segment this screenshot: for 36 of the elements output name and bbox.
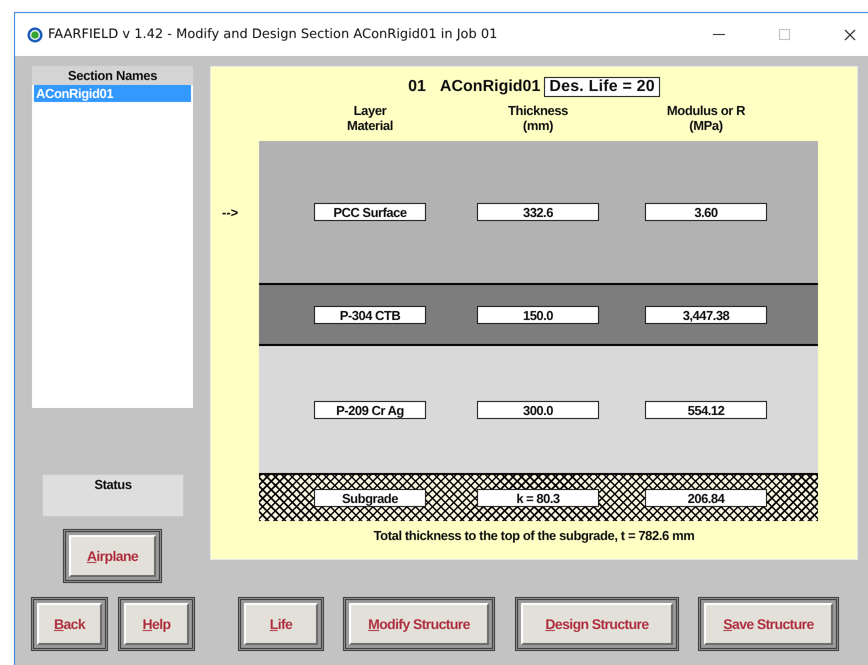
modulus-field[interactable]: 206.84 <box>645 489 767 507</box>
thickness-field[interactable]: 332.6 <box>477 203 599 221</box>
window-title: FAARFIELD v 1.42 - Modify and Design Section AConRigid01 in Job 01 <box>48 27 498 42</box>
layer-band[interactable]: P-304 CTB 150.0 3,447.38 <box>259 283 818 346</box>
layer-band[interactable]: PCC Surface 332.6 3.60 <box>259 141 818 283</box>
design-life-box: Des. Life = 20 <box>544 77 660 97</box>
column-header: Thickness (mm) <box>507 103 569 135</box>
section-name: AConRigid01 <box>440 78 540 96</box>
thickness-field[interactable]: 300.0 <box>477 400 599 418</box>
modulus-field[interactable]: 554.12 <box>645 400 767 418</box>
airplane-button[interactable]: Airplane <box>69 535 156 577</box>
modulus-field[interactable]: 3,447.38 <box>645 306 767 324</box>
layer-material-field[interactable]: Subgrade <box>314 489 426 507</box>
column-header: Layer Material <box>346 103 394 135</box>
layer-band[interactable]: Subgrade k = 80.3 206.84 <box>259 473 818 521</box>
total-thickness-text: Total thickness to the top of the subgrade, t = 782.6 mm <box>372 528 696 543</box>
layer-material-field[interactable]: P-209 Cr Ag <box>314 400 426 418</box>
status-label: Status <box>94 476 132 494</box>
section-number: 01 <box>408 78 426 96</box>
list-header: Section Names <box>66 67 158 85</box>
layer-material-field[interactable]: P-304 CTB <box>314 306 426 324</box>
action-button[interactable]: Life <box>244 603 318 645</box>
modulus-field[interactable]: 3.60 <box>645 203 767 221</box>
layer-material-field[interactable]: PCC Surface <box>314 203 426 221</box>
action-button[interactable]: Help <box>124 603 189 645</box>
action-button[interactable]: Modify Structure <box>349 603 489 645</box>
action-button[interactable]: Back <box>37 603 102 645</box>
thickness-field[interactable]: k = 80.3 <box>477 489 599 507</box>
action-button[interactable]: Design Structure <box>521 603 673 645</box>
action-button[interactable]: Save Structure <box>704 603 833 645</box>
thickness-field[interactable]: 150.0 <box>477 306 599 324</box>
minimize-icon[interactable] <box>713 34 725 36</box>
current-layer-pointer: --> <box>222 204 238 220</box>
layer-band[interactable]: P-209 Cr Ag 300.0 554.12 <box>259 346 818 473</box>
column-header: Modulus or R (MPa) <box>666 103 746 135</box>
close-icon[interactable] <box>844 28 856 40</box>
